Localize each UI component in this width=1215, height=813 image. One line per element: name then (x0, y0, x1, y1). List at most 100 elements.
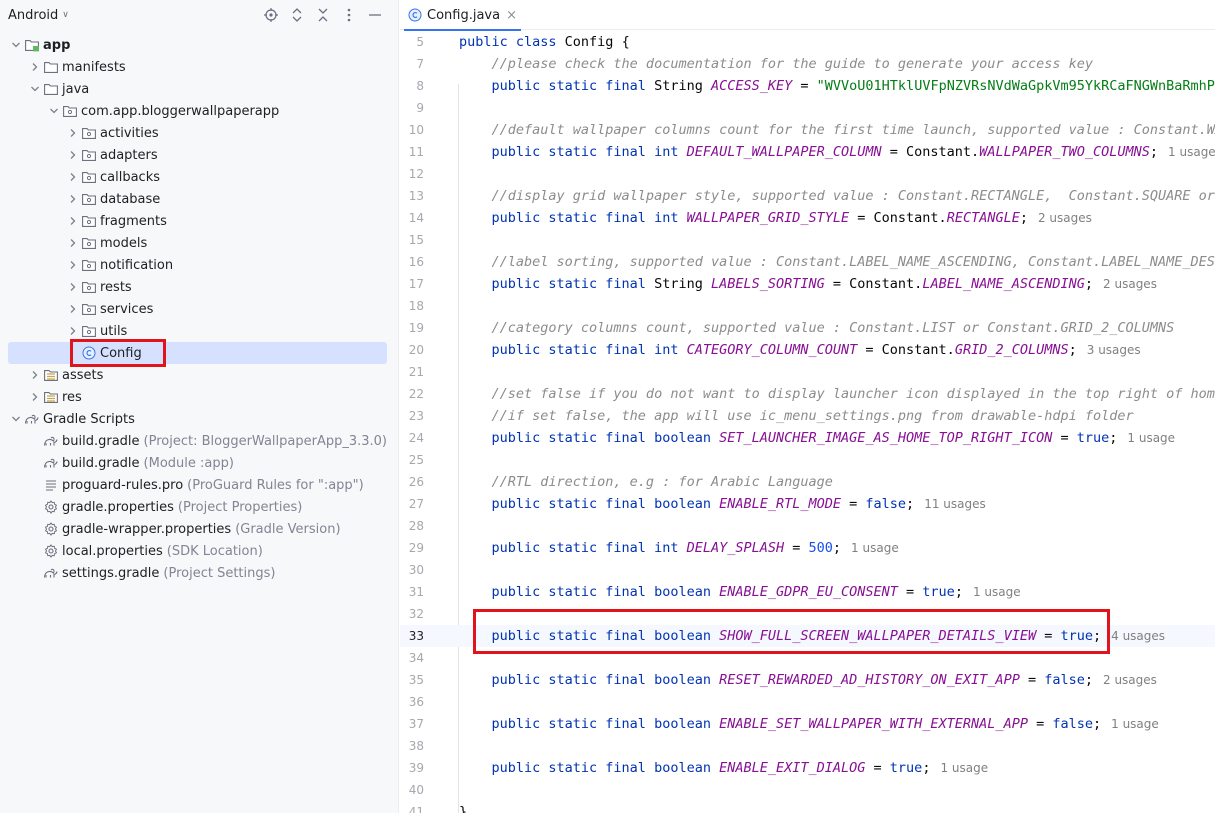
tree-item-settings-gradle[interactable]: settings.gradle (Project Settings) (0, 562, 399, 584)
collapsed-arrow-icon[interactable] (65, 213, 81, 229)
tree-item-rests[interactable]: rests (0, 276, 399, 298)
usages-hint[interactable]: 1 usage (973, 585, 1021, 599)
usages-hint[interactable]: 2 usages (1038, 211, 1092, 225)
collapse-all-icon[interactable] (314, 4, 332, 26)
code-line[interactable]: 40 (400, 779, 1215, 801)
code-line[interactable]: 29 public static final int DELAY_SPLASH … (400, 537, 1215, 559)
tree-item-gradle-scripts[interactable]: Gradle Scripts (0, 408, 399, 430)
tree-item-models[interactable]: models (0, 232, 399, 254)
tree-item-assets[interactable]: assets (0, 364, 399, 386)
tree-item-proguard-rules-pro[interactable]: proguard-rules.pro (ProGuard Rules for ":… (0, 474, 399, 496)
usages-hint[interactable]: 1 usage (940, 761, 988, 775)
code-line[interactable]: 25 (400, 449, 1215, 471)
code-line[interactable]: 24 public static final boolean SET_LAUNC… (400, 427, 1215, 449)
code-line[interactable]: 17 public static final String LABELS_SOR… (400, 273, 1215, 295)
code-line[interactable]: 8 public static final String ACCESS_KEY … (400, 75, 1215, 97)
tree-item-config[interactable]: Config (8, 342, 387, 364)
code-line[interactable]: 19 //category columns count, supported v… (400, 317, 1215, 339)
code-line[interactable]: 13 //display grid wallpaper style, suppo… (400, 185, 1215, 207)
code-line[interactable]: 32 (400, 603, 1215, 625)
tree-item-local-properties[interactable]: local.properties (SDK Location) (0, 540, 399, 562)
code-line[interactable]: 26 //RTL direction, e.g : for Arabic Lan… (400, 471, 1215, 493)
code-line[interactable]: 30 (400, 559, 1215, 581)
project-view-dropdown[interactable]: Android ∨ (8, 8, 69, 23)
code-line[interactable]: 31 public static final boolean ENABLE_GD… (400, 581, 1215, 603)
code-line[interactable]: 20 public static final int CATEGORY_COLU… (400, 339, 1215, 361)
code-line[interactable]: 41} (400, 801, 1215, 813)
expanded-arrow-icon[interactable] (46, 103, 62, 119)
code-line[interactable]: 14 public static final int WALLPAPER_GRI… (400, 207, 1215, 229)
more-options-icon[interactable] (340, 4, 358, 26)
tree-item-notification[interactable]: notification (0, 254, 399, 276)
collapsed-arrow-icon[interactable] (65, 169, 81, 185)
code-line[interactable]: 37 public static final boolean ENABLE_SE… (400, 713, 1215, 735)
code-line[interactable]: 16 //label sorting, supported value : Co… (400, 251, 1215, 273)
collapsed-arrow-icon[interactable] (27, 389, 43, 405)
tree-item-callbacks[interactable]: callbacks (0, 166, 399, 188)
tree-item-adapters[interactable]: adapters (0, 144, 399, 166)
tree-item-gradle-properties[interactable]: gradle.properties (Project Properties) (0, 496, 399, 518)
code-line[interactable]: 5 public class Config { (400, 31, 1215, 53)
expand-all-icon[interactable] (288, 4, 306, 26)
expanded-arrow-icon[interactable] (8, 37, 24, 53)
code-line[interactable]: 39 public static final boolean ENABLE_EX… (400, 757, 1215, 779)
code-line[interactable]: 12 (400, 163, 1215, 185)
tree-item-java[interactable]: java (0, 78, 399, 100)
tree-item-manifests[interactable]: manifests (0, 56, 399, 78)
code-line[interactable]: 11 public static final int DEFAULT_WALLP… (400, 141, 1215, 163)
collapsed-arrow-icon[interactable] (27, 367, 43, 383)
code-line[interactable]: 22 //set false if you do not want to dis… (400, 383, 1215, 405)
collapsed-arrow-icon[interactable] (65, 257, 81, 273)
collapsed-arrow-icon[interactable] (65, 125, 81, 141)
tree-item-activities[interactable]: activities (0, 122, 399, 144)
locate-file-icon[interactable] (262, 4, 280, 26)
tree-item-gradle-wrapper-properties[interactable]: gradle-wrapper.properties (Gradle Version… (0, 518, 399, 540)
code-area[interactable]: 5 public class Config {7 //please check t… (400, 31, 1215, 813)
code-line[interactable]: 15 (400, 229, 1215, 251)
tree-item-res[interactable]: res (0, 386, 399, 408)
usages-hint[interactable]: 2 usages (1103, 673, 1157, 687)
collapsed-arrow-icon[interactable] (65, 235, 81, 251)
tree-item-build-gradle[interactable]: build.gradle (Module :app) (0, 452, 399, 474)
usages-hint[interactable]: 4 usages (1111, 629, 1165, 643)
usages-hint[interactable]: 1 usage (1111, 717, 1159, 731)
code-line[interactable]: 10 //default wallpaper columns count for… (400, 119, 1215, 141)
code-line[interactable]: 21 (400, 361, 1215, 383)
code-text: //display grid wallpaper style, supporte… (459, 185, 1215, 207)
usages-hint[interactable]: 2 usages (1103, 277, 1157, 291)
expanded-arrow-icon[interactable] (27, 81, 43, 97)
code-line[interactable]: 35 public static final boolean RESET_REW… (400, 669, 1215, 691)
tree-item-com-app-bloggerwallpaperapp[interactable]: com.app.bloggerwallpaperapp (0, 100, 399, 122)
code-line[interactable]: 36 (400, 691, 1215, 713)
code-line[interactable]: 34 (400, 647, 1215, 669)
code-line[interactable]: 28 (400, 515, 1215, 537)
tab-config-java[interactable]: Config.java × (404, 0, 521, 31)
usages-hint[interactable]: 1 usage (1168, 145, 1215, 159)
code-line[interactable]: 23 //if set false, the app will use ic_m… (400, 405, 1215, 427)
code-line[interactable]: 27 public static final boolean ENABLE_RT… (400, 493, 1215, 515)
collapsed-arrow-icon[interactable] (65, 301, 81, 317)
tree-item-services[interactable]: services (0, 298, 399, 320)
tree-item-utils[interactable]: utils (0, 320, 399, 342)
code-line[interactable]: 38 (400, 735, 1215, 757)
usages-hint[interactable]: 1 usage (851, 541, 899, 555)
tree-item-fragments[interactable]: fragments (0, 210, 399, 232)
code-line[interactable]: 18 (400, 295, 1215, 317)
code-line[interactable]: 7 //please check the documentation for t… (400, 53, 1215, 75)
usages-hint[interactable]: 3 usages (1087, 343, 1141, 357)
code-line[interactable]: 33 public static final boolean SHOW_FULL… (400, 625, 1215, 647)
collapsed-arrow-icon[interactable] (65, 323, 81, 339)
usages-hint[interactable]: 11 usages (924, 497, 986, 511)
collapsed-arrow-icon[interactable] (65, 279, 81, 295)
usages-hint[interactable]: 1 usage (1127, 431, 1175, 445)
collapsed-arrow-icon[interactable] (65, 191, 81, 207)
close-icon[interactable]: × (506, 8, 517, 23)
tree-item-database[interactable]: database (0, 188, 399, 210)
hide-panel-icon[interactable] (366, 4, 384, 26)
tree-item-app[interactable]: app (0, 34, 399, 56)
code-line[interactable]: 9 (400, 97, 1215, 119)
tree-item-build-gradle[interactable]: build.gradle (Project: BloggerWallpaperAp… (0, 430, 399, 452)
collapsed-arrow-icon[interactable] (65, 147, 81, 163)
collapsed-arrow-icon[interactable] (27, 59, 43, 75)
expanded-arrow-icon[interactable] (8, 411, 24, 427)
